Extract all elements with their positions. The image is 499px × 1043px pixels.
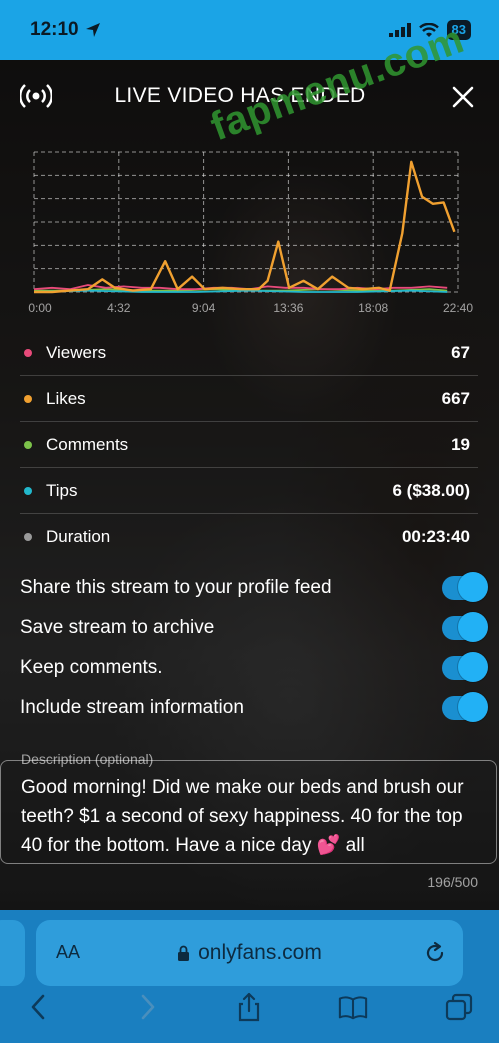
toggle-row: Include stream information (20, 688, 488, 728)
stat-label: Likes (46, 388, 86, 408)
toggle-label: Include stream information (20, 697, 244, 718)
x-tick-label: 22:40 (443, 301, 473, 315)
stream-options: Share this stream to your profile feed Sa… (20, 568, 488, 728)
back-icon[interactable] (24, 992, 54, 1022)
tabs-icon[interactable] (444, 992, 474, 1022)
description-field[interactable]: Good morning! Did we make our beds and b… (0, 760, 497, 864)
stat-row-viewers: Viewers 67 (20, 330, 478, 376)
stat-label-group: Tips (20, 481, 78, 501)
legend-dot (24, 394, 32, 403)
forward-icon[interactable] (132, 992, 162, 1022)
stat-row-tips: Tips 6 ($38.00) (20, 468, 478, 514)
x-tick-label: 18:08 (358, 301, 388, 315)
toggle-switch[interactable] (442, 612, 488, 642)
status-time-group: 12:10 (30, 19, 101, 41)
stat-value: 00:23:40 (401, 527, 470, 546)
lock-icon (178, 945, 190, 961)
address-bar[interactable]: AA onlyfans.com (36, 920, 463, 986)
close-icon[interactable] (452, 86, 474, 108)
reader-options-button[interactable]: AA (56, 942, 80, 963)
toggle-label: Keep comments. (20, 657, 163, 678)
browser-toolbar: AA onlyfans.com (0, 910, 499, 1043)
x-tick-label: 4:32 (107, 301, 131, 315)
browser-nav (0, 992, 499, 1032)
toggle-row: Save stream to archive (20, 608, 488, 648)
stat-label-group: Duration (20, 527, 110, 547)
toggle-knob[interactable] (458, 652, 488, 682)
stat-label: Comments (46, 434, 129, 454)
x-tick-label: 0:00 (28, 301, 52, 315)
url-text: onlyfans.com (198, 941, 322, 964)
character-count: 196/500 (427, 874, 478, 890)
toggle-switch[interactable] (442, 572, 488, 602)
stat-value: 19 (451, 434, 470, 454)
x-tick-label: 13:36 (273, 301, 303, 315)
x-tick-label: 9:04 (192, 301, 216, 315)
legend-dot (24, 533, 32, 541)
toggle-row: Keep comments. (20, 648, 488, 688)
series-line-likes (34, 160, 456, 294)
stat-label: Viewers (46, 342, 107, 362)
location-arrow-icon (85, 23, 100, 37)
toggle-knob[interactable] (458, 612, 488, 642)
bookmarks-icon[interactable] (338, 992, 368, 1022)
reload-icon[interactable] (423, 941, 447, 965)
description-label: Description (optional) (21, 751, 154, 767)
stat-label-group: Likes (20, 389, 86, 409)
toggle-knob[interactable] (458, 572, 488, 602)
toggle-knob[interactable] (458, 692, 488, 722)
stat-value: 67 (451, 342, 470, 362)
stats-list: Viewers 67 Likes 667 Comments 19 Tips 6 ($38.00… (20, 330, 478, 560)
stat-label-group: Viewers (20, 343, 106, 363)
stat-label: Tips (46, 480, 78, 500)
stat-row-likes: Likes 667 (20, 376, 478, 422)
description-text[interactable]: Good morning! Did we make our beds and b… (21, 773, 482, 860)
legend-dot (24, 486, 32, 495)
stat-value: 6 ($38.00) (392, 480, 471, 500)
toggle-row: Share this stream to your profile feed (20, 568, 488, 608)
legend-dot (24, 348, 32, 357)
previous-tab-preview[interactable] (0, 920, 25, 986)
stream-stats-chart: 0:00 4:32 9:04 13:36 18:08 22:40 (28, 151, 473, 315)
toggle-label: Save stream to archive (20, 617, 215, 638)
share-icon[interactable] (234, 992, 264, 1022)
stat-label-group: Comments (20, 435, 128, 455)
toggle-switch[interactable] (442, 692, 488, 722)
url-display[interactable]: onlyfans.com (177, 941, 322, 965)
stat-label: Duration (46, 527, 111, 546)
stat-row-duration: Duration 00:23:40 (20, 514, 478, 560)
toggle-label: Share this stream to your profile feed (20, 577, 332, 598)
toggle-switch[interactable] (442, 652, 488, 682)
stat-value: 667 (441, 388, 470, 408)
stat-row-comments: Comments 19 (20, 422, 478, 468)
legend-dot (24, 440, 32, 449)
status-time: 12:10 (30, 19, 79, 40)
